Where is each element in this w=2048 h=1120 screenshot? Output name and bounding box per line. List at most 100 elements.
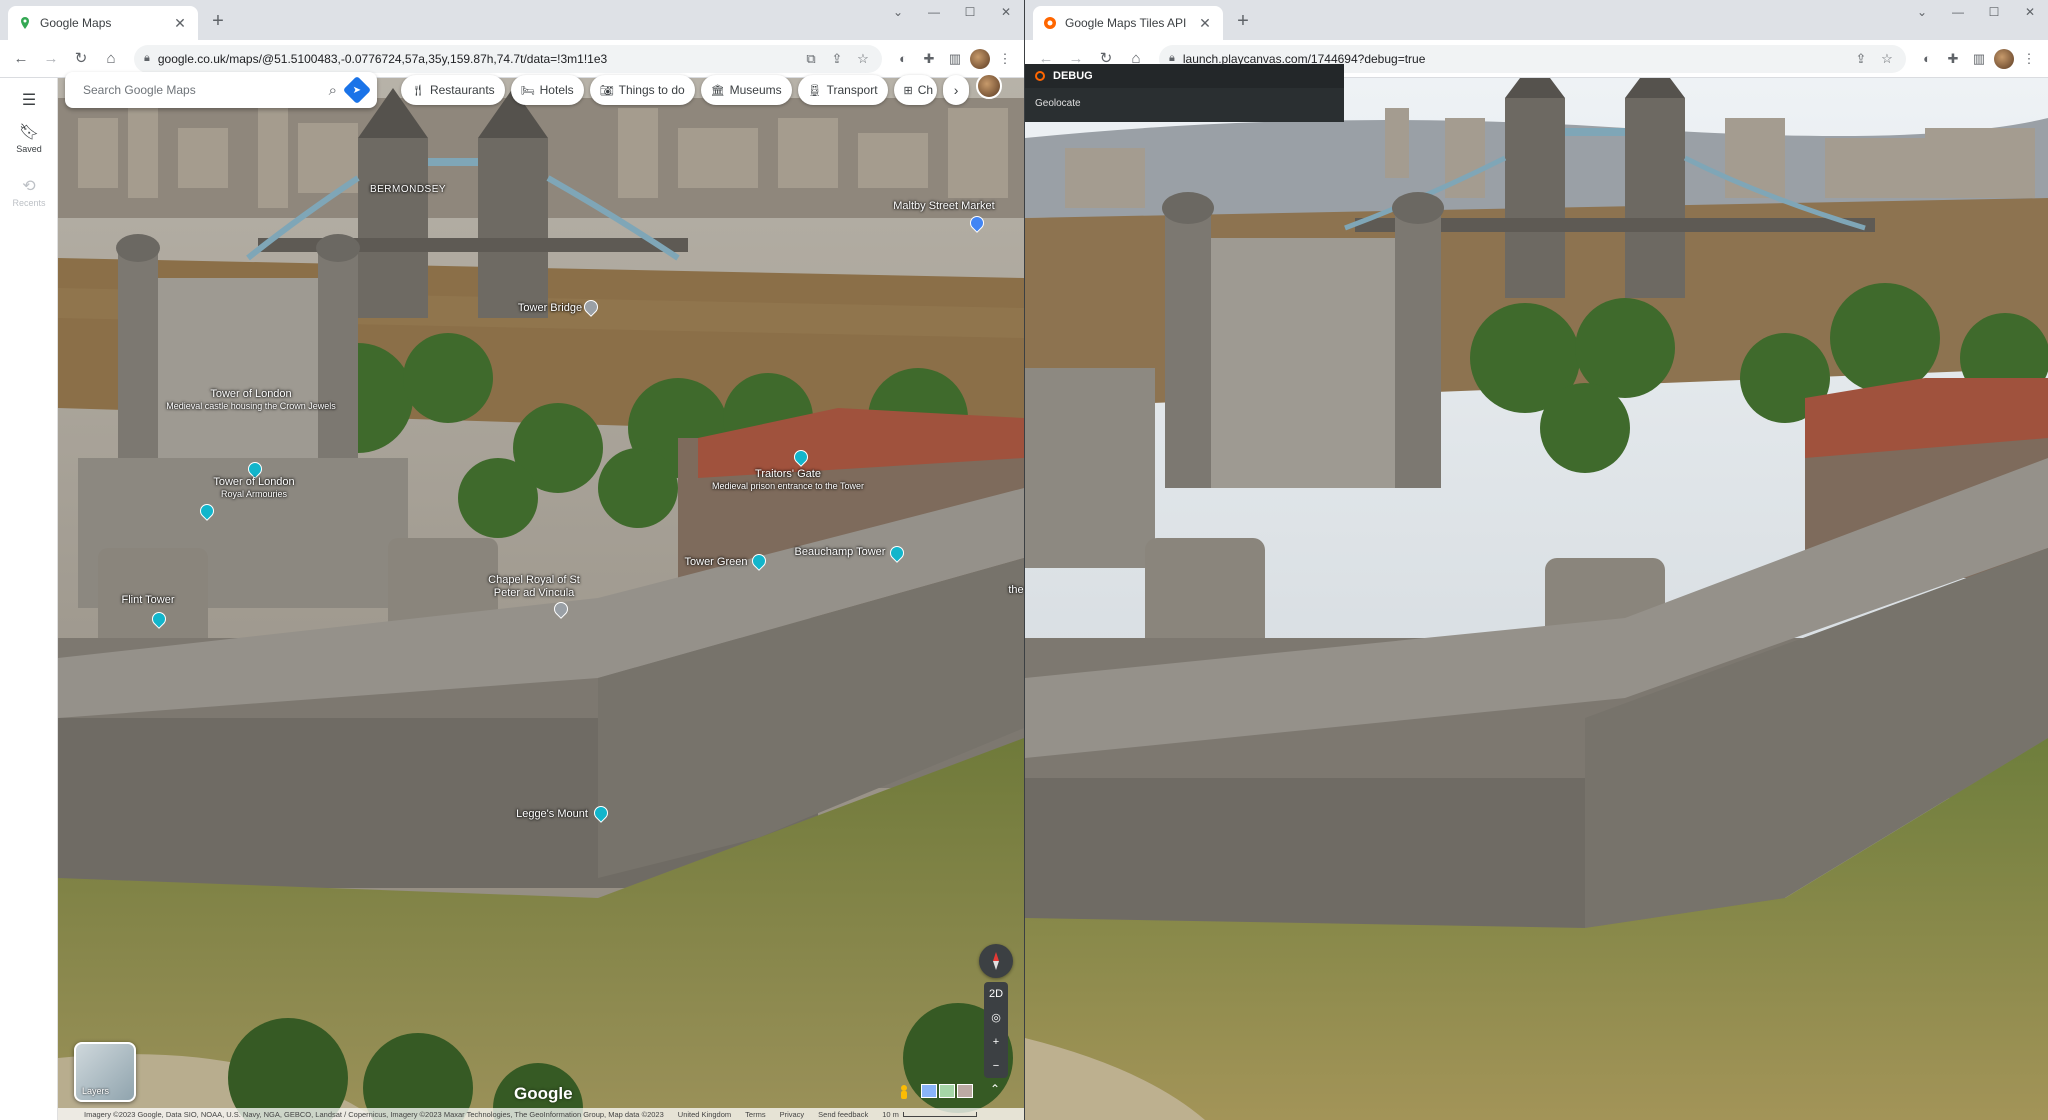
terms-link[interactable]: Terms (745, 1110, 765, 1119)
close-icon[interactable]: ✕ (172, 15, 188, 32)
satellite-view-thumbnail[interactable] (957, 1084, 973, 1098)
reload-button[interactable]: ↻ (68, 46, 94, 72)
extension-icon[interactable]: ◐ (1916, 48, 1938, 70)
debug-toggle-icon[interactable] (1035, 71, 1045, 81)
new-tab-button[interactable]: + (206, 10, 230, 34)
tab-google-maps[interactable]: Google Maps ✕ (8, 6, 198, 40)
bed-icon: 🛏︎ (520, 84, 535, 97)
feedback-link[interactable]: Send feedback (818, 1110, 868, 1119)
debug-header[interactable]: DEBUG (1025, 64, 1344, 88)
toggle-2d-button[interactable]: 2D (984, 982, 1008, 1006)
layers-button[interactable]: Layers (74, 1042, 136, 1102)
scale-bar (902, 1111, 977, 1117)
place-description: Royal Armouries (220, 488, 288, 499)
home-button[interactable]: ⌂ (98, 46, 124, 72)
chip-pharmacy[interactable]: ⊞ Ch (893, 75, 938, 105)
place-label-tower-of-london[interactable]: Tower of London Medieval castle housing … (166, 388, 336, 411)
geolocate-button[interactable]: Geolocate (1033, 94, 1083, 113)
maximize-button[interactable]: ☐ (1976, 0, 2012, 28)
debug-panel: DEBUG Geolocate (1025, 64, 1344, 122)
chip-hotels[interactable]: 🛏︎ Hotels (510, 75, 584, 105)
compass-button[interactable] (979, 944, 1013, 978)
back-button[interactable]: ← (8, 46, 34, 72)
zoom-out-button[interactable]: − (984, 1054, 1008, 1078)
minimize-button[interactable]: — (1940, 0, 1976, 28)
place-name: Tower of London (210, 388, 292, 400)
playcanvas-logo-icon (1044, 17, 1056, 29)
chevron-down-icon[interactable]: ⌄ (880, 0, 916, 28)
share-icon[interactable]: ⇪ (828, 51, 846, 67)
close-window-button[interactable]: ✕ (988, 0, 1024, 28)
3d-tiles-scene[interactable] (1025, 78, 2048, 1120)
close-window-button[interactable]: ✕ (2012, 0, 2048, 28)
profile-avatar[interactable] (970, 48, 990, 69)
chip-restaurants[interactable]: 🍴︎ Restaurants (401, 75, 505, 105)
pharmacy-icon: ⊞ (903, 84, 913, 97)
place-label-traitors-gate[interactable]: Traitors' Gate Medieval prison entrance … (712, 468, 864, 491)
search-box[interactable]: Search Google Maps ⌕ ➤ (65, 72, 377, 108)
chip-label: Restaurants (429, 83, 495, 97)
account-avatar[interactable] (976, 73, 1002, 99)
terrain-view-thumbnail[interactable] (939, 1084, 955, 1098)
country-link[interactable]: United Kingdom (678, 1110, 731, 1119)
close-icon[interactable]: ✕ (1197, 15, 1213, 32)
pegman-icon[interactable] (896, 1084, 912, 1100)
chip-things-to-do[interactable]: 📷︎ Things to do (589, 75, 695, 105)
place-label-edge: the (1008, 584, 1024, 596)
url-text[interactable]: google.co.uk/maps/@51.5100483,-0.0776724… (158, 52, 794, 66)
lock-icon[interactable]: 🔒︎ (144, 52, 150, 65)
place-label-tower-green[interactable]: Tower Green (685, 556, 748, 569)
playcanvas-canvas[interactable] (1025, 78, 2048, 1120)
chevron-up-icon[interactable]: ⌃ (990, 1082, 1000, 1096)
place-label-tower-bridge[interactable]: Tower Bridge (518, 302, 582, 315)
place-name: Traitors' Gate (755, 468, 821, 480)
bookmark-star-icon[interactable]: ☆ (854, 51, 872, 67)
maps-pin-icon (21, 17, 29, 29)
chip-label: Hotels (539, 83, 574, 97)
map-view-thumbnail[interactable] (921, 1084, 937, 1098)
chip-label: Ch (917, 83, 934, 97)
chip-museums[interactable]: 🏛︎ Museums (700, 75, 792, 105)
scale-indicator[interactable]: 10 m (882, 1110, 977, 1119)
chevron-down-icon[interactable]: ⌄ (1904, 0, 1940, 28)
extension-icon[interactable]: ◐ (892, 48, 914, 70)
kebab-menu-icon[interactable]: ⋮ (2018, 48, 2040, 70)
puzzle-icon[interactable]: ✚ (918, 48, 940, 70)
place-label-chapel[interactable]: Chapel Royal of St Peter ad Vincula (482, 574, 586, 599)
search-icon[interactable]: ⌕ (329, 82, 337, 99)
place-label-beauchamp-tower[interactable]: Beauchamp Tower (795, 546, 886, 559)
museum-icon: 🏛︎ (710, 84, 725, 97)
tab-playcanvas[interactable]: Google Maps Tiles API | Launch ✕ (1033, 6, 1223, 40)
profile-avatar[interactable] (1994, 48, 2014, 69)
directions-icon[interactable]: ➤ (342, 75, 372, 105)
tab-strip: Google Maps Tiles API | Launch ✕ + ⌄ — ☐… (1025, 0, 2048, 40)
chip-label: Things to do (618, 83, 685, 97)
address-bar[interactable]: 🔒︎ google.co.uk/maps/@51.5100483,-0.0776… (134, 44, 882, 73)
minimize-button[interactable]: — (916, 0, 952, 28)
maximize-button[interactable]: ☐ (952, 0, 988, 28)
share-icon[interactable]: ⇪ (1852, 51, 1870, 67)
side-panel-icon[interactable]: ▥ (1968, 48, 1990, 70)
place-label-flint-tower[interactable]: Flint Tower (122, 594, 175, 607)
place-label-maltby[interactable]: Maltby Street Market (893, 200, 994, 213)
kebab-menu-icon[interactable]: ⋮ (994, 48, 1016, 70)
place-label-legges-mount[interactable]: Legge's Mount (516, 808, 588, 821)
forward-button[interactable]: → (38, 46, 64, 72)
puzzle-icon[interactable]: ✚ (1942, 48, 1964, 70)
side-panel-icon[interactable]: ▥ (944, 48, 966, 70)
saved-button[interactable]: 🔖︎ Saved (0, 122, 58, 154)
zoom-in-button[interactable]: + (984, 1030, 1008, 1054)
place-label-royal-armouries[interactable]: Tower of London Royal Armouries (213, 476, 294, 499)
category-chips: 🍴︎ Restaurants 🛏︎ Hotels 📷︎ Things to do 🏛︎… (401, 75, 970, 105)
open-in-app-icon[interactable]: ⧉ (802, 51, 820, 67)
bookmark-star-icon[interactable]: ☆ (1878, 51, 1896, 67)
search-input[interactable]: Search Google Maps (83, 83, 319, 97)
menu-button[interactable]: ☰ (0, 90, 58, 110)
chip-transport[interactable]: 🚆︎ Transport (797, 75, 888, 105)
recents-button[interactable]: ⟲ Recents (0, 176, 58, 208)
privacy-link[interactable]: Privacy (780, 1110, 805, 1119)
recents-label: Recents (12, 198, 46, 208)
my-location-icon[interactable]: ◎ (984, 1006, 1008, 1030)
tower-of-london-3d-tiles-render (1025, 78, 2048, 1120)
new-tab-button[interactable]: + (1231, 10, 1255, 34)
